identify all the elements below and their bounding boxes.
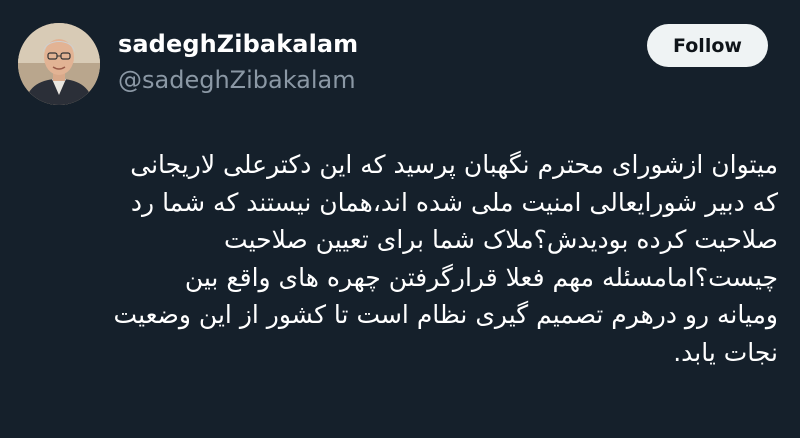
tweet-text-line: نجات یابد. bbox=[673, 337, 778, 367]
follow-button[interactable]: Follow bbox=[647, 24, 768, 67]
tweet-text-line: صلاحیت کرده بودیدش؟ملاک شما برای تعیین ص… bbox=[224, 225, 778, 254]
avatar[interactable] bbox=[18, 23, 100, 105]
tweet-text-line: ومیانه رو درهرم تصمیم گیری نظام است تا ک… bbox=[113, 300, 778, 329]
avatar-photo bbox=[18, 23, 100, 105]
tweet-card: sadeghZibakalam @sadeghZibakalam Follow … bbox=[0, 0, 800, 438]
author-handle[interactable]: @sadeghZibakalam bbox=[118, 66, 356, 94]
tweet-text-line: چیست؟امامسئله مهم فعلا قرارگرفتن چهره ها… bbox=[184, 262, 778, 292]
tweet-text-line: که دبیر شورایعالی امنیت ملی شده اند،همان… bbox=[130, 187, 778, 217]
tweet-text-line: میتوان ازشورای محترم نگهبان پرسید که این… bbox=[130, 150, 778, 179]
author-display-name[interactable]: sadeghZibakalam bbox=[118, 30, 358, 58]
tweet-text: میتوان ازشورای محترم نگهبان پرسید که این… bbox=[24, 146, 778, 371]
